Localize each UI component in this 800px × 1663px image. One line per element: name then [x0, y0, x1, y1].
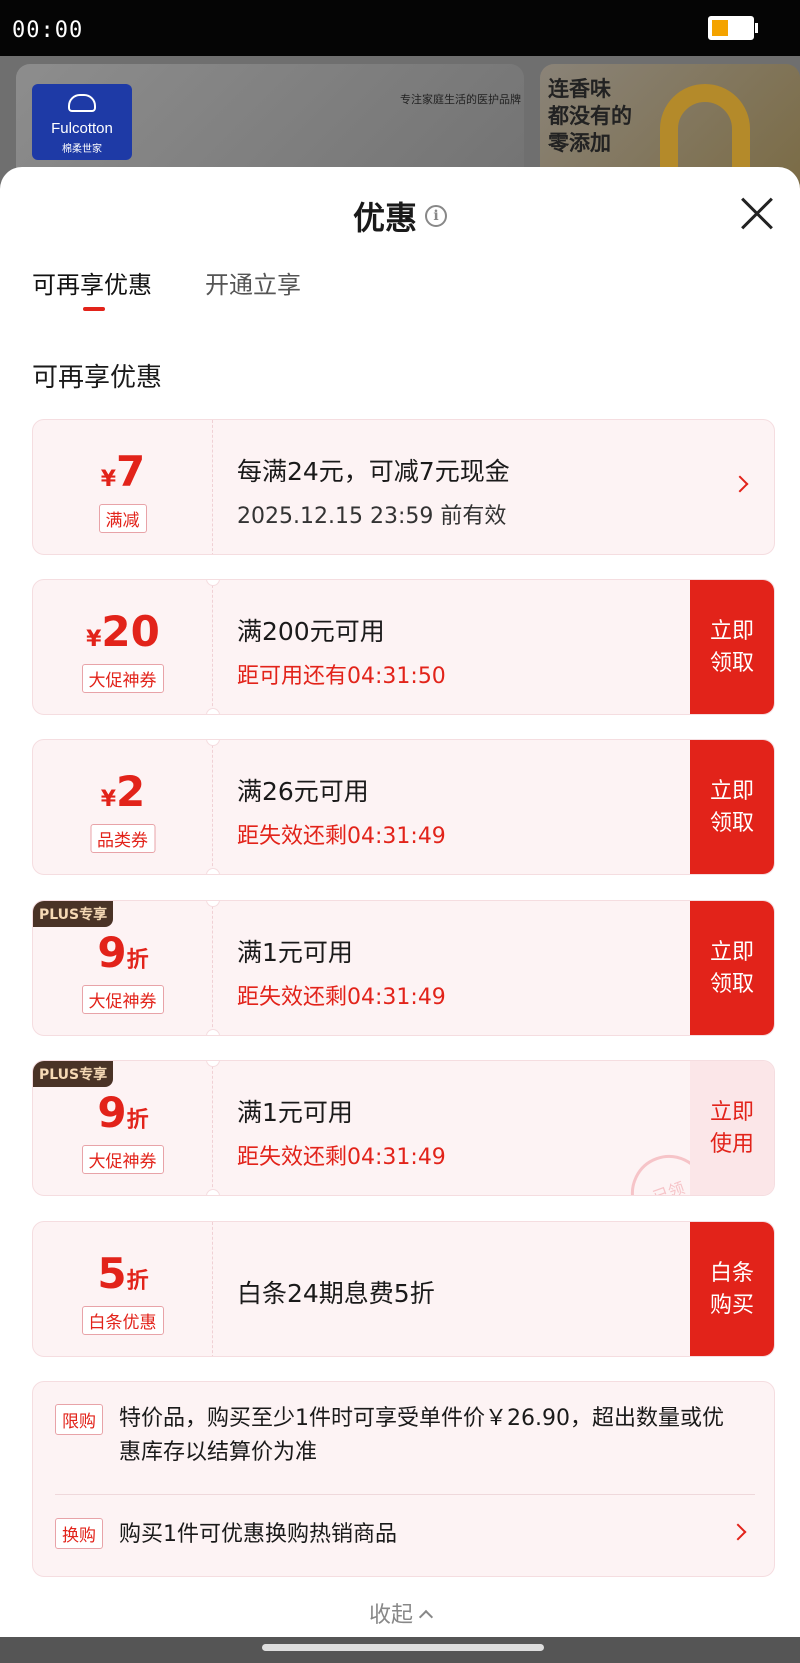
coupon-type-tag: 大促神券: [81, 985, 164, 1014]
coupon-condition: 满26元可用: [237, 777, 369, 806]
coupon-condition: 满1元可用: [237, 1098, 353, 1127]
tab-available-discounts[interactable]: 可再享优惠: [32, 265, 152, 300]
brand-logo: Fulcotton 棉柔世家: [32, 84, 132, 160]
info-icon[interactable]: i: [425, 205, 447, 227]
chevron-up-icon: [418, 1609, 434, 1625]
coupon-countdown: 距失效还剩04:31:49: [237, 1145, 446, 1170]
status-bar: 00:00: [0, 0, 800, 56]
sheet-title: 优惠 i: [0, 193, 800, 239]
exchange-purchase-tag: 换购: [55, 1518, 103, 1549]
section-title: 可再享优惠: [32, 363, 163, 393]
exchange-purchase-text[interactable]: 购买1件可优惠换购热销商品: [119, 1516, 397, 1548]
home-indicator[interactable]: [262, 1644, 544, 1651]
coupon-card: 9折 大促神券 PLUS专享 满1元可用 距失效还剩04:31:49 立即领取: [32, 900, 775, 1036]
claim-coupon-button[interactable]: 立即领取: [690, 580, 774, 714]
coupon-condition: 每满24元，可减7元现金: [237, 457, 510, 486]
limit-purchase-text: 特价品，购买至少1件时可享受单件价￥26.90，超出数量或优惠库存以结算价为准: [119, 1406, 724, 1465]
purchase-notes: 限购 特价品，购买至少1件时可享受单件价￥26.90，超出数量或优惠库存以结算价…: [32, 1381, 775, 1577]
coupon-card: ¥2 品类券 满26元可用 距失效还剩04:31:49 立即领取: [32, 739, 775, 875]
coupon-value: ¥2: [100, 767, 146, 816]
coupon-value: 9折: [97, 1088, 149, 1137]
coupon-type-tag: 满减: [98, 504, 147, 533]
coupon-type-tag: 品类券: [90, 824, 155, 853]
chevron-right-icon[interactable]: [731, 475, 749, 493]
coupon-condition: 白条24期息费5折: [237, 1279, 435, 1308]
coupon-card: 5折 白条优惠 白条24期息费5折 白条购买: [32, 1221, 775, 1357]
brand-tagline: 专注家庭生活的医护品牌: [400, 93, 521, 106]
coupon-type-tag: 大促神券: [81, 664, 164, 693]
collapse-button[interactable]: 收起: [0, 1597, 800, 1629]
baitiao-buy-button[interactable]: 白条购买: [690, 1222, 774, 1356]
cloud-icon: [68, 94, 96, 112]
battery-icon: [708, 16, 754, 40]
coupon-countdown: 距可用还有04:31:50: [237, 664, 446, 689]
coupon-condition: 满1元可用: [237, 938, 353, 967]
coupon-card: ¥20 大促神券 满200元可用 距可用还有04:31:50 立即领取: [32, 579, 775, 715]
active-tab-indicator: [83, 307, 105, 311]
coupon-value: ¥20: [86, 607, 160, 656]
claim-coupon-button[interactable]: 立即领取: [690, 901, 774, 1035]
status-time: 00:00: [12, 18, 84, 43]
coupon-value: 9折: [97, 928, 149, 977]
plus-exclusive-badge: PLUS专享: [33, 901, 114, 927]
discount-sheet: 优惠 i 可再享优惠 开通立享 可再享优惠 ¥7 满减 每满24元，可减7元现金 …: [0, 167, 800, 1637]
coupon-condition: 满200元可用: [237, 617, 385, 646]
tab-activate-now[interactable]: 开通立享: [205, 265, 301, 300]
close-icon[interactable]: [740, 197, 774, 231]
limit-purchase-tag: 限购: [55, 1404, 103, 1435]
coupon-validity: 2025.12.15 23:59 前有效: [237, 504, 507, 529]
coupon-type-tag: 白条优惠: [81, 1306, 164, 1335]
chevron-right-icon[interactable]: [729, 1523, 747, 1541]
coupon-card: 9折 大促神券 PLUS专享 满1元可用 距失效还剩04:31:49 已领 立即…: [32, 1060, 775, 1196]
claim-coupon-button[interactable]: 立即领取: [690, 740, 774, 874]
use-coupon-button[interactable]: 立即使用: [690, 1061, 774, 1195]
coupon-value: ¥7: [100, 447, 146, 496]
coupon-value: 5折: [97, 1249, 149, 1298]
coupon-countdown: 距失效还剩04:31:49: [237, 824, 446, 849]
plus-exclusive-badge: PLUS专享: [33, 1061, 114, 1087]
coupon-countdown: 距失效还剩04:31:49: [237, 985, 446, 1010]
coupon-type-tag: 大促神券: [81, 1145, 164, 1174]
coupon-card[interactable]: ¥7 满减 每满24元，可减7元现金 2025.12.15 23:59 前有效: [32, 419, 775, 555]
